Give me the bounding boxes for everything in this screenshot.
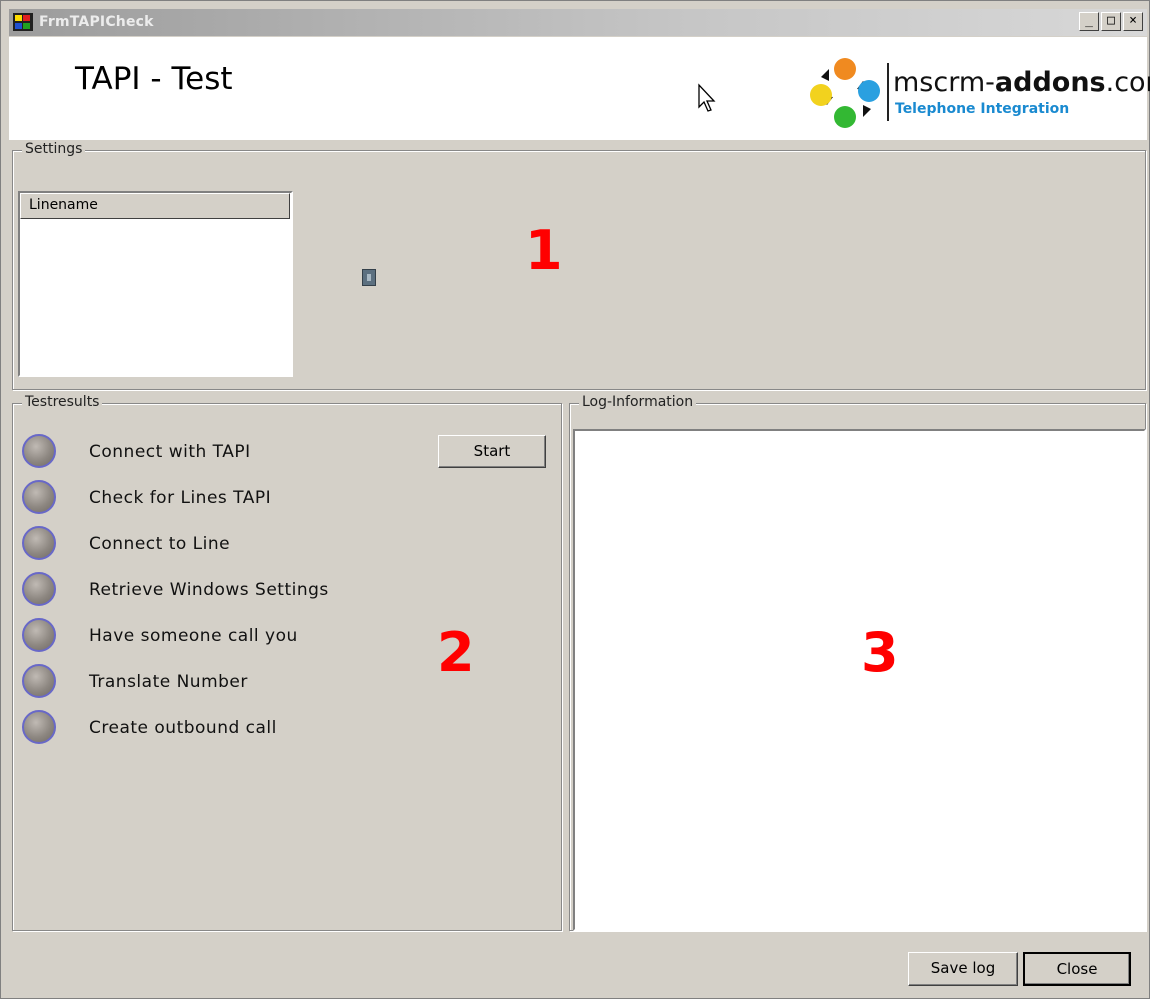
step-status-indicator [22,480,56,514]
log-textarea[interactable] [573,429,1146,931]
step-label: Have someone call you [89,626,298,646]
page-title: TAPI - Test [75,61,233,97]
linename-list[interactable]: Linename [18,191,293,377]
section-marker-3: 3 [861,621,899,684]
step-label: Retrieve Windows Settings [89,580,329,600]
step-label: Translate Number [89,672,248,692]
close-window-button[interactable]: × [1123,12,1143,31]
logo-tagline: Telephone Integration [895,101,1070,117]
company-logo: mscrm-addons.com Telephone Integration [805,53,1150,135]
logo-separator [887,63,889,121]
step-label: Connect with TAPI [89,442,251,462]
step-status-indicator [22,434,56,468]
tapi-check-window: FrmTAPICheck _ □ × TAPI - Test mscrm-add… [0,0,1150,999]
section-marker-2: 2 [437,621,475,684]
testresults-legend: Testresults [22,394,103,410]
header-banner: TAPI - Test mscrm-addons.com Telephone I… [9,37,1150,140]
step-label: Check for Lines TAPI [89,488,272,508]
testresults-group: Testresults [12,394,562,931]
app-icon [13,13,33,31]
step-status-indicator [22,618,56,652]
settings-legend: Settings [22,141,86,157]
step-label: Connect to Line [89,534,231,554]
save-log-button[interactable]: Save log [908,952,1018,986]
maximize-button[interactable]: □ [1101,12,1121,31]
title-bar[interactable]: FrmTAPICheck _ □ × [9,9,1147,36]
section-marker-1: 1 [525,219,563,282]
small-control[interactable] [362,269,376,286]
minimize-button[interactable]: _ [1079,12,1099,31]
step-label: Create outbound call [89,718,277,738]
step-status-indicator [22,710,56,744]
log-information-legend: Log-Information [579,394,697,410]
step-status-indicator [22,526,56,560]
logo-mark-icon [810,58,880,128]
logo-brand-text: mscrm-addons.com [893,67,1150,98]
linename-column-header[interactable]: Linename [20,193,290,219]
step-status-indicator [22,572,56,606]
close-button[interactable]: Close [1023,952,1131,986]
step-status-indicator [22,664,56,698]
window-title: FrmTAPICheck [39,14,154,30]
mouse-cursor-icon [698,83,716,112]
start-button[interactable]: Start [438,435,546,468]
